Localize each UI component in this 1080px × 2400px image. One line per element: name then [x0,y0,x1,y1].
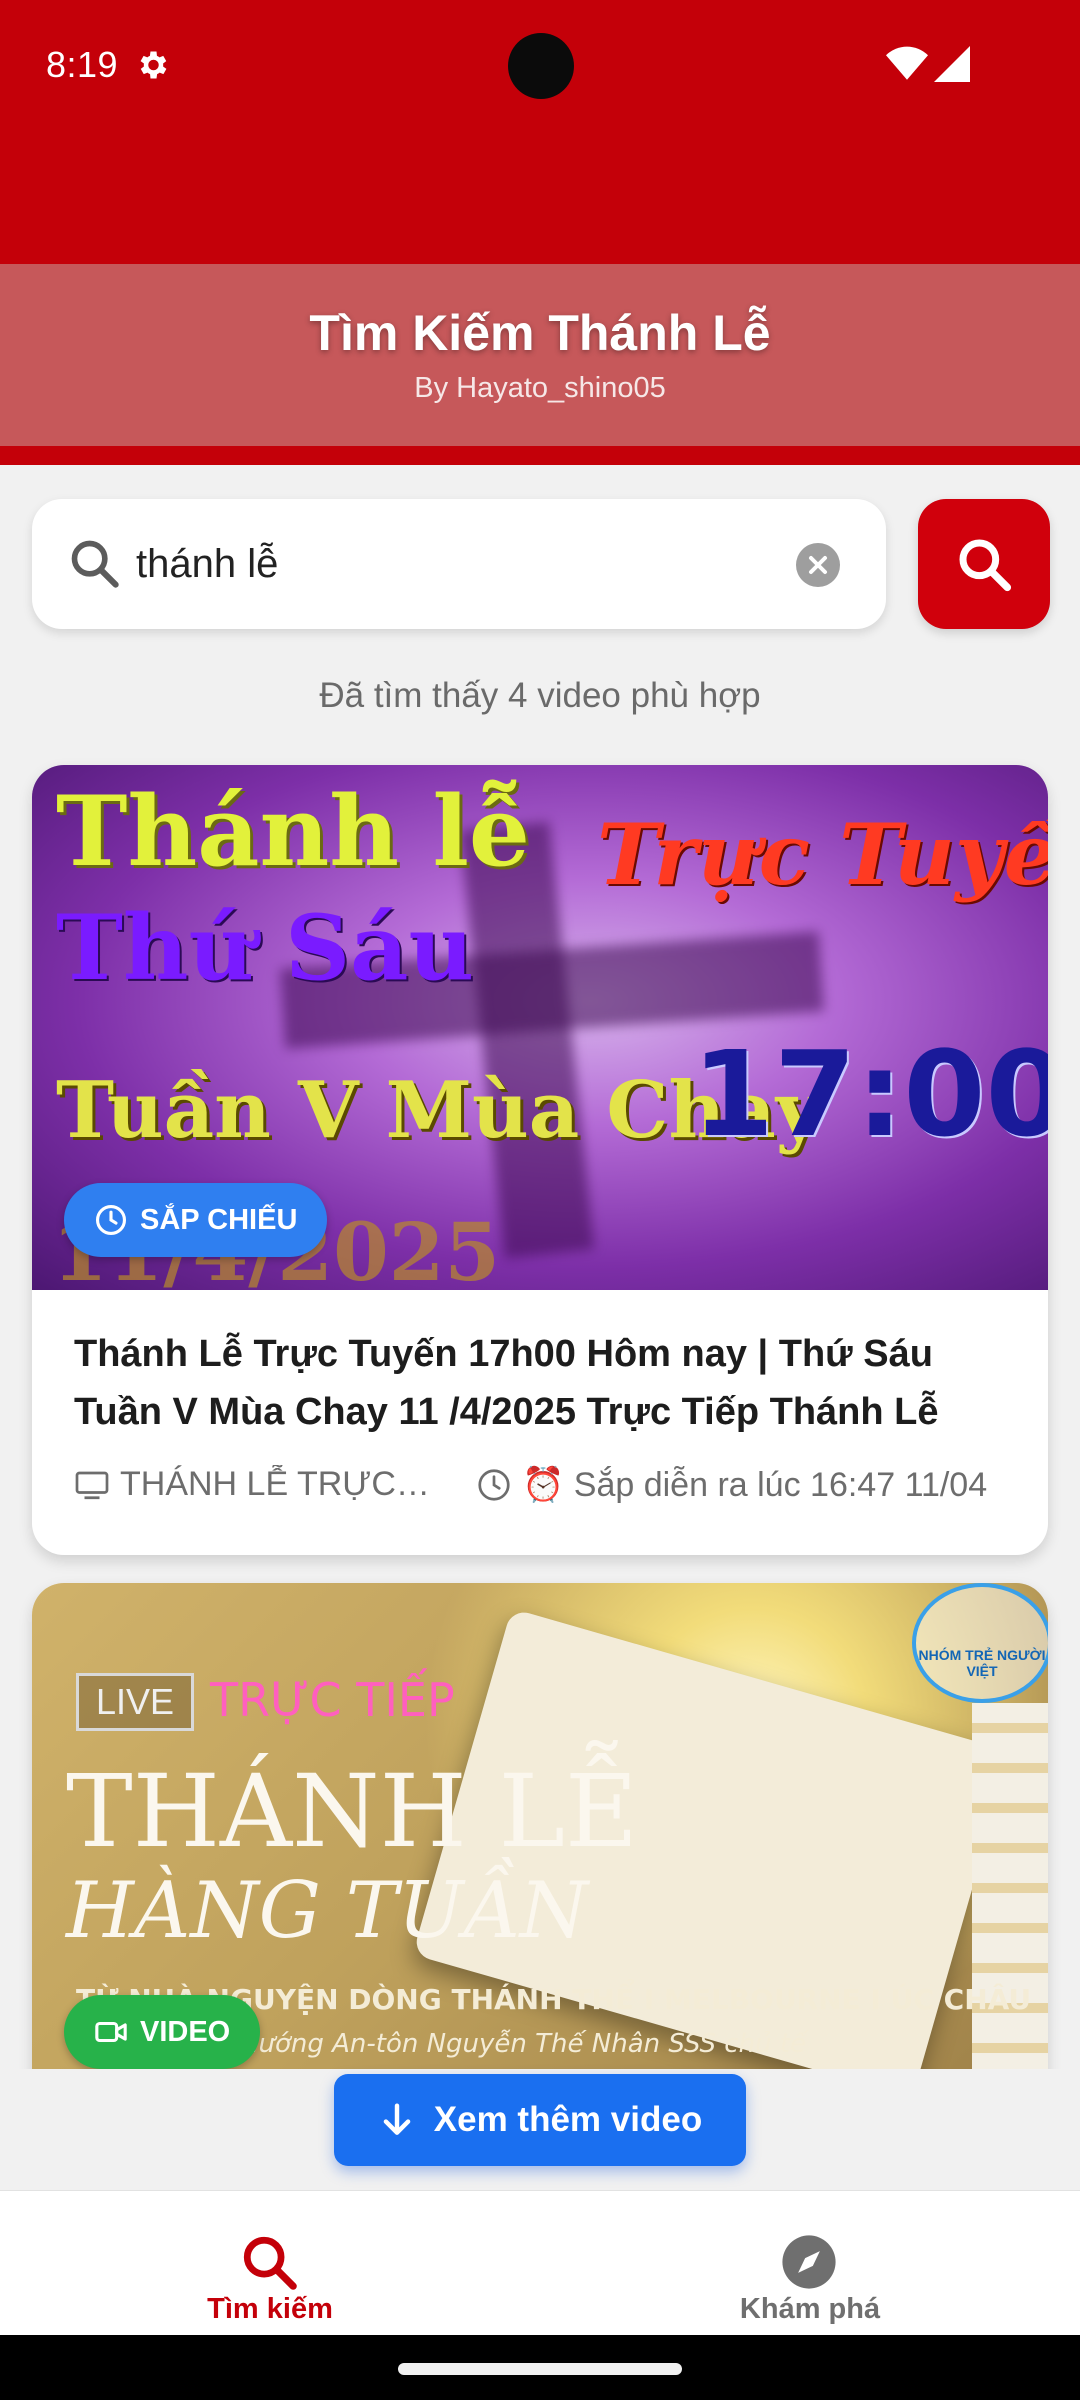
video-schedule: ⏰ Sắp diễn ra lúc 16:47 11/04 [476,1465,987,1505]
status-badge: SẮP CHIẾU [64,1183,328,1257]
search-icon [71,540,119,588]
settings-gear-icon [140,51,167,79]
search-button[interactable] [918,499,1050,629]
search-input[interactable] [136,527,786,601]
nav-item-search[interactable]: Tìm kiếm [0,2191,540,2336]
clear-search-button[interactable] [796,543,840,587]
video-channel: THÁNH LỄ TRỰC … [74,1465,454,1504]
compass-icon [782,2235,836,2289]
nav-label: Khám phá [739,2293,881,2325]
thumbnail-text: HÀNG TUẦN [66,1866,589,1956]
thumbnail-text: TRỰC TIẾP [210,1673,455,1727]
home-gesture-handle[interactable] [398,2363,682,2375]
video-card[interactable]: LIVE TRỰC TIẾP THÁNH LỄ HÀNG TUẦN TỪ NHÀ… [32,1583,1048,2069]
thumbnail-text: THÁNH LỄ [66,1753,639,1870]
search-icon [243,2236,297,2290]
tv-icon [75,1471,109,1499]
bottom-navigation: Tìm kiếm Khám phá [0,2190,1080,2335]
page-subtitle: By Hayato_shino05 [414,372,666,404]
load-more-label: Xem thêm video [433,2100,703,2139]
thumbnail-text: 17:00 [692,1025,1048,1163]
badge-label: VIDEO [140,2015,231,2048]
nav-item-explore[interactable]: Khám phá [540,2191,1080,2336]
page-title: Tìm Kiếm Thánh Lễ [309,305,771,361]
result-summary: Đã tìm thấy 4 video phù hợp [319,676,761,715]
video-thumbnail[interactable]: Thánh lễ Thứ Sáu Tuần V Mùa Chay Trực Tu… [32,765,1048,1290]
thumbnail-text: Thánh lễ [56,775,530,888]
video-camera-icon [95,2021,127,2043]
app-header: 8:19 Tìm Kiếm Thánh Lễ By Hayato_shino05 [0,0,1080,465]
badge-label: SẮP CHIẾU [140,1203,298,1236]
status-badge: VIDEO [64,1995,261,2069]
front-camera [508,33,574,99]
system-navigation-bar [0,2335,1080,2400]
video-thumbnail[interactable]: LIVE TRỰC TIẾP THÁNH LỄ HÀNG TUẦN TỪ NHÀ… [32,1583,1048,2069]
channel-name: THÁNH LỄ TRỰC … [120,1465,430,1503]
arrow-down-icon [383,2103,411,2135]
load-more-button[interactable]: Xem thêm video [334,2074,746,2166]
thumbnail-text: Trực Tuyến [597,805,1048,904]
thumbnail-text: hướng An-tôn Nguyễn Thế Nhân SSS chủ tế [242,2029,807,2059]
thumbnail-text: Thứ Sáu [56,895,474,1001]
status-bar: 8:19 [0,0,1080,132]
live-tag: LIVE [76,1673,194,1731]
channel-logo: NHÓM TRẺ NGƯỜI VIỆT [912,1583,1048,1703]
search-field[interactable] [32,499,886,629]
clock-icon [478,1469,510,1501]
schedule-text: ⏰ Sắp diễn ra lúc 16:47 11/04 [522,1466,988,1504]
video-list[interactable]: Thánh lễ Thứ Sáu Tuần V Mùa Chay Trực Tu… [0,745,1080,2069]
status-time: 8:19 [46,44,119,85]
clear-icon [809,556,827,574]
wifi-icon [886,46,928,80]
video-title[interactable]: Thánh Lễ Trực Tuyến 17h00 Hôm nay | Thứ … [74,1325,1014,1441]
video-card[interactable]: Thánh lễ Thứ Sáu Tuần V Mùa Chay Trực Tu… [32,765,1048,1555]
signal-icon [934,46,970,82]
nav-label: Tìm kiếm [207,2293,333,2325]
clock-icon [95,1204,127,1236]
search-icon [959,539,1012,592]
title-band: Tìm Kiếm Thánh Lễ By Hayato_shino05 [0,264,1080,446]
